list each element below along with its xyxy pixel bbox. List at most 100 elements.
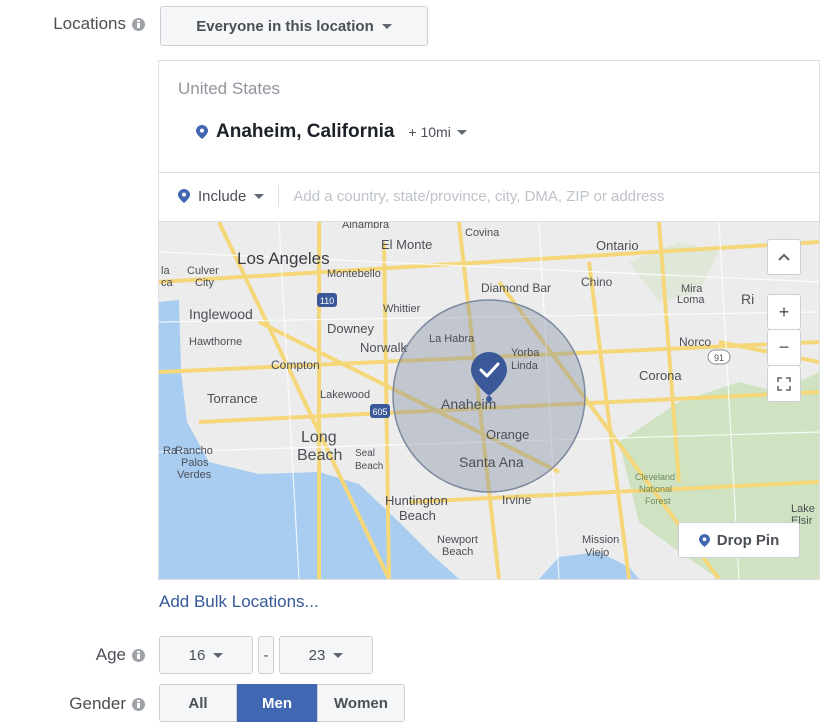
location-pin-icon bbox=[178, 189, 190, 203]
map-label: Inglewood bbox=[189, 306, 253, 322]
map-label: Viejo bbox=[585, 547, 609, 559]
radius-dropdown[interactable]: + 10mi bbox=[408, 124, 467, 140]
gender-option-label: Men bbox=[262, 694, 292, 712]
shield-91-text: 91 bbox=[714, 353, 724, 363]
map-label: Norwalk bbox=[360, 340, 407, 355]
map-label: Ri bbox=[741, 291, 754, 307]
selected-location-row: Anaheim, California + 10mi bbox=[196, 121, 467, 143]
map-label: Beach bbox=[442, 546, 473, 558]
gender-option-women[interactable]: Women bbox=[317, 684, 405, 722]
map-label: Lakewood bbox=[320, 389, 370, 401]
map-label: Palos bbox=[181, 457, 209, 469]
map-label: Irvine bbox=[502, 493, 532, 507]
shield-605-text: 605 bbox=[372, 407, 387, 417]
map-label: la bbox=[161, 265, 170, 277]
map-label: Norco bbox=[679, 335, 711, 349]
map-label: El Monte bbox=[381, 237, 432, 252]
chevron-down-icon bbox=[381, 23, 392, 29]
map-label: Huntington bbox=[385, 493, 448, 508]
map-label: Cleveland bbox=[635, 472, 675, 482]
location-scope-dropdown[interactable]: Everyone in this location bbox=[160, 6, 428, 46]
location-pin-icon bbox=[698, 533, 710, 547]
gender-label: Gender bbox=[69, 694, 145, 714]
age-max-dropdown[interactable]: 23 bbox=[279, 636, 373, 674]
info-icon[interactable] bbox=[132, 697, 145, 711]
map-label: Lake bbox=[791, 503, 815, 515]
chevron-up-icon bbox=[778, 253, 790, 261]
map-label: Verdes bbox=[177, 469, 212, 481]
highway-shield: 605 bbox=[370, 404, 390, 418]
map-label: Yorba bbox=[511, 347, 540, 359]
map-collapse-button[interactable] bbox=[767, 239, 801, 275]
highway-shield: 110 bbox=[317, 293, 337, 307]
zoom-out-button[interactable]: − bbox=[767, 330, 801, 366]
map-label: Downey bbox=[327, 321, 374, 336]
chevron-down-icon bbox=[456, 129, 467, 135]
include-row: Include bbox=[178, 185, 764, 207]
map-label: Rancho bbox=[175, 445, 213, 457]
map-label: Loma bbox=[677, 294, 705, 306]
zoom-in-button[interactable]: + bbox=[767, 294, 801, 330]
age-min-value: 16 bbox=[188, 646, 206, 664]
info-icon[interactable] bbox=[132, 648, 145, 662]
map-label: Compton bbox=[271, 358, 320, 372]
zoom-out-icon: − bbox=[778, 337, 790, 357]
age-separator-text: - bbox=[263, 646, 269, 664]
shield-110-text: 110 bbox=[320, 296, 334, 306]
map-label: Ra bbox=[163, 445, 178, 457]
map-label: Newport bbox=[437, 534, 478, 546]
panel-divider bbox=[159, 172, 819, 173]
country-heading: United States bbox=[178, 79, 281, 98]
fullscreen-button[interactable] bbox=[767, 366, 801, 402]
map-label: Torrance bbox=[207, 391, 258, 406]
map-label: Mission bbox=[582, 534, 619, 546]
map-label: Beach bbox=[399, 508, 436, 523]
map-label: Forest bbox=[645, 496, 671, 506]
map-label: Orange bbox=[486, 427, 529, 442]
map-label: Whittier bbox=[383, 303, 421, 315]
map-label: National bbox=[639, 484, 672, 494]
map-label: Ontario bbox=[596, 238, 639, 253]
age-separator: - bbox=[258, 636, 274, 674]
zoom-in-icon: + bbox=[778, 301, 790, 322]
map-label: La Habra bbox=[429, 333, 475, 345]
selected-location-name[interactable]: Anaheim, California bbox=[216, 121, 394, 143]
info-icon[interactable] bbox=[132, 17, 145, 31]
map-label: ca bbox=[161, 277, 174, 289]
map-label: Los Angeles bbox=[237, 249, 330, 268]
map-label: Alhambra bbox=[342, 222, 390, 231]
map-label: Montebello bbox=[327, 268, 381, 280]
add-bulk-locations-link[interactable]: Add Bulk Locations... bbox=[159, 592, 319, 612]
map-label: Corona bbox=[639, 368, 682, 383]
include-label: Include bbox=[198, 187, 247, 205]
location-search-input[interactable] bbox=[293, 187, 764, 205]
gender-label-text: Gender bbox=[69, 694, 126, 713]
chevron-down-icon bbox=[333, 652, 344, 658]
map-label: Linda bbox=[511, 360, 539, 372]
gender-option-men[interactable]: Men bbox=[237, 684, 317, 722]
age-max-value: 23 bbox=[308, 646, 326, 664]
drop-pin-label: Drop Pin bbox=[716, 531, 780, 549]
divider bbox=[278, 185, 280, 207]
age-min-dropdown[interactable]: 16 bbox=[159, 636, 253, 674]
chevron-down-icon bbox=[213, 652, 224, 658]
drop-pin-button[interactable]: Drop Pin bbox=[678, 522, 800, 558]
map-label: Beach bbox=[355, 461, 383, 472]
locations-label: Locations bbox=[53, 14, 145, 34]
map-label: Covina bbox=[465, 227, 500, 239]
include-dropdown[interactable]: Include bbox=[198, 187, 265, 205]
map-label: Beach bbox=[297, 447, 342, 464]
gender-option-label: Women bbox=[334, 694, 388, 712]
gender-option-all[interactable]: All bbox=[159, 684, 237, 722]
radius-value: + 10mi bbox=[408, 124, 451, 140]
locations-label-text: Locations bbox=[53, 14, 126, 33]
location-pin-icon bbox=[196, 125, 208, 139]
map-label: Diamond Bar bbox=[481, 281, 551, 295]
age-label: Age bbox=[96, 645, 145, 665]
highway-shield: 91 bbox=[707, 349, 731, 365]
location-scope-label: Everyone in this location bbox=[196, 17, 374, 35]
map-label: Santa Ana bbox=[459, 454, 524, 470]
map-label: Hawthorne bbox=[189, 336, 242, 348]
age-label-text: Age bbox=[95, 645, 126, 664]
map-label: Seal bbox=[355, 448, 375, 459]
